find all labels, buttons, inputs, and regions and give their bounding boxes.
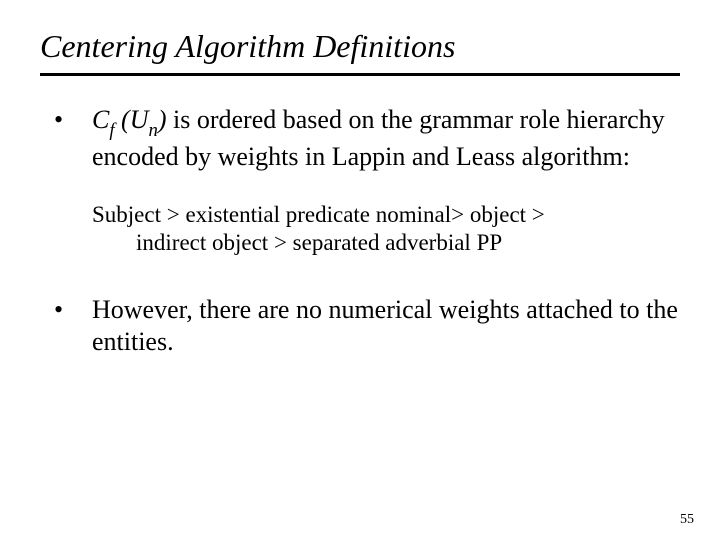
cf-close: ) (158, 105, 167, 134)
slide: Centering Algorithm Definitions Cf (Un) … (0, 0, 720, 540)
title-rule (40, 73, 680, 76)
slide-title: Centering Algorithm Definitions (40, 28, 680, 65)
cf-open: (U (115, 105, 149, 134)
bullet-item-1: Cf (Un) is ordered based on the grammar … (40, 104, 680, 173)
bullet-list-2: However, there are no numerical weights … (40, 294, 680, 357)
cf-c: C (92, 105, 109, 134)
cf-n-subscript: n (148, 120, 157, 141)
bullet-item-2: However, there are no numerical weights … (40, 294, 680, 357)
bullet-1-text: is ordered based on the grammar role hie… (92, 105, 665, 171)
page-number: 55 (680, 512, 694, 528)
hierarchy-block: Subject > existential predicate nominal>… (40, 201, 680, 259)
bullet-list: Cf (Un) is ordered based on the grammar … (40, 104, 680, 173)
cf-f-subscript: f (109, 120, 114, 141)
hierarchy-line-2: indirect object > separated adverbial PP (92, 229, 680, 258)
hierarchy-line-1: Subject > existential predicate nominal>… (92, 201, 680, 230)
